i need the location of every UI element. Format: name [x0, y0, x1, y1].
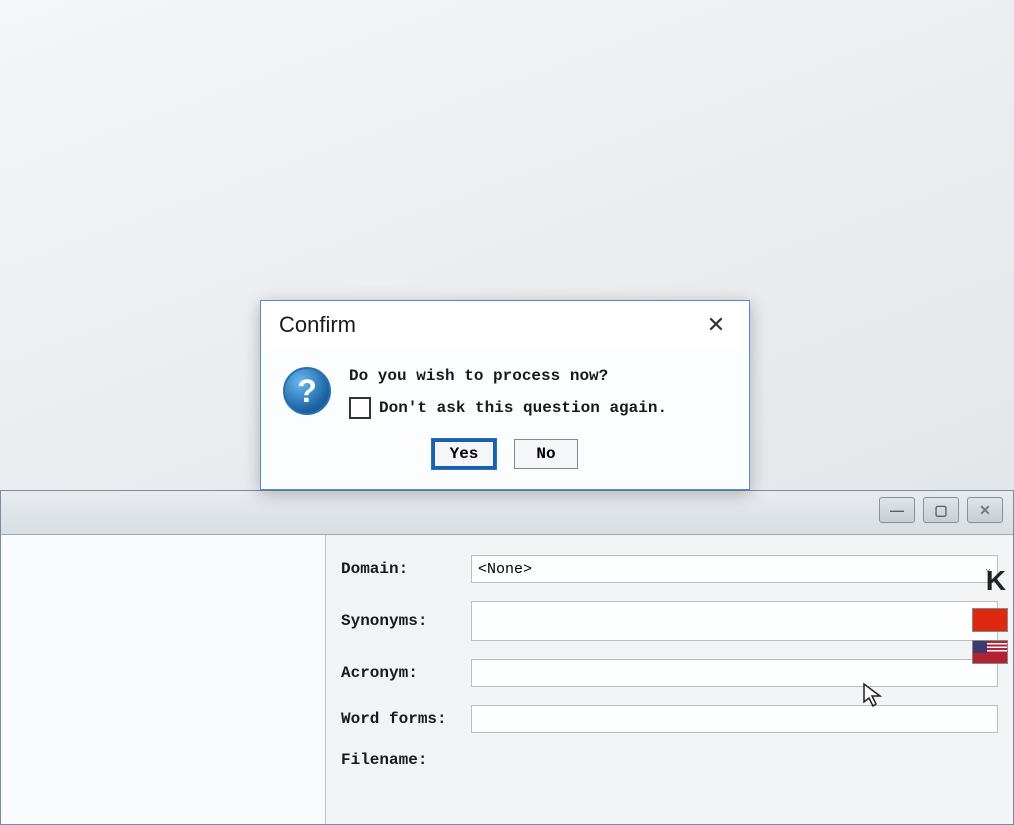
dialog-title: Confirm — [279, 312, 356, 338]
form-row-domain: Domain: <None> ⌄ — [341, 555, 998, 583]
filename-label: Filename: — [341, 751, 471, 769]
synonyms-label: Synonyms: — [341, 612, 471, 630]
flag-cn-icon[interactable] — [972, 608, 1008, 632]
flag-panel — [972, 600, 1008, 672]
left-panel — [1, 535, 326, 824]
acronym-label: Acronym: — [341, 664, 471, 682]
dont-ask-label: Don't ask this question again. — [379, 399, 667, 417]
domain-dropdown[interactable]: <None> ⌄ — [471, 555, 998, 583]
app-titlebar: — ▢ ✕ — [1, 491, 1013, 535]
question-icon: ? — [283, 367, 331, 415]
wordforms-input[interactable] — [471, 705, 998, 733]
form-row-acronym: Acronym: — [341, 659, 998, 687]
window-close-button[interactable]: ✕ — [967, 497, 1003, 523]
form-panel: Domain: <None> ⌄ Synonyms: Acronym: Word… — [326, 535, 1013, 824]
minimize-button[interactable]: — — [879, 497, 915, 523]
confirm-dialog: Confirm ✕ ? Do you wish to process now? … — [260, 300, 750, 490]
dialog-body: ? Do you wish to process now? Don't ask … — [261, 349, 749, 431]
window-controls: — ▢ ✕ — [879, 497, 1003, 523]
application-window: — ▢ ✕ Domain: <None> ⌄ Synonyms: Acronym… — [0, 490, 1014, 825]
form-row-wordforms: Word forms: — [341, 705, 998, 733]
form-row-filename: Filename: — [341, 751, 998, 769]
no-button[interactable]: No — [514, 439, 578, 469]
right-panel-letter: K — [986, 565, 1006, 597]
domain-value: <None> — [478, 561, 532, 578]
dont-ask-row: Don't ask this question again. — [349, 397, 667, 419]
dialog-message: Do you wish to process now? — [349, 367, 667, 385]
dialog-content: Do you wish to process now? Don't ask th… — [349, 367, 667, 419]
synonyms-input[interactable] — [471, 601, 998, 641]
acronym-input[interactable] — [471, 659, 998, 687]
maximize-button[interactable]: ▢ — [923, 497, 959, 523]
dont-ask-checkbox[interactable] — [349, 397, 371, 419]
app-body: Domain: <None> ⌄ Synonyms: Acronym: Word… — [1, 535, 1013, 824]
dialog-buttons: Yes No — [261, 431, 749, 489]
yes-button[interactable]: Yes — [432, 439, 496, 469]
close-icon[interactable]: ✕ — [701, 310, 731, 340]
wordforms-label: Word forms: — [341, 710, 471, 728]
dialog-titlebar: Confirm ✕ — [261, 301, 749, 349]
flag-us-icon[interactable] — [972, 640, 1008, 664]
form-row-synonyms: Synonyms: — [341, 601, 998, 641]
domain-label: Domain: — [341, 560, 471, 578]
